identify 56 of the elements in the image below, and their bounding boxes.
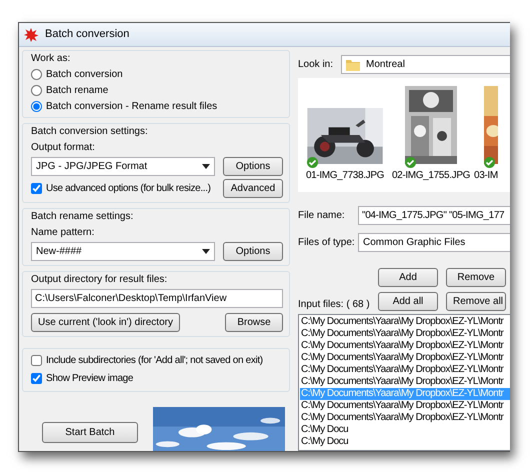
remove-all-button[interactable]: Remove all xyxy=(446,292,506,311)
remove-button[interactable]: Remove xyxy=(446,268,506,287)
file-path-row[interactable]: C:\My Documents\Yaara\My Dropbox\EZ-YL\Montr xyxy=(300,340,510,352)
file-name-label: File name: xyxy=(298,209,346,222)
options-button[interactable]: Options xyxy=(223,242,283,261)
checkbox-label: Show Preview image xyxy=(46,372,134,385)
look-in-dropdown[interactable]: Montreal xyxy=(341,55,510,74)
file-path-row[interactable]: C:\My Docu xyxy=(300,424,510,436)
file-path-row[interactable]: C:\My Documents\Yaara\My Dropbox\EZ-YL\Montr xyxy=(300,328,510,340)
file-name[interactable]: 02-IMG_1755.JPG xyxy=(392,169,470,182)
radio-button[interactable] xyxy=(31,69,42,80)
field-label: Name pattern: xyxy=(31,226,96,239)
file-path-row[interactable]: C:\My Documents\Yaara\My Dropbox\EZ-YL\Montr xyxy=(300,400,510,412)
files-of-type-dropdown[interactable]: Common Graphic Files xyxy=(358,233,510,252)
window-title: Batch conversion xyxy=(45,27,130,42)
checkbox[interactable] xyxy=(31,183,42,194)
output-directory-field[interactable]: C:\Users\Falconer\Desktop\Temp\IrfanView xyxy=(31,289,283,308)
folder-icon xyxy=(346,58,360,71)
file-path-row[interactable]: C:\My Documents\Yaara\My Dropbox\EZ-YL\Montr xyxy=(300,364,510,376)
radio-label: Batch rename xyxy=(46,84,108,97)
output-format-dropdown[interactable]: JPG - JPG/JPEG Format xyxy=(31,157,215,176)
use-current-directory-button[interactable]: Use current ('look in') directory xyxy=(31,313,180,332)
radio-button[interactable] xyxy=(31,101,42,112)
field-label: Output format: xyxy=(31,141,96,154)
file-path-row[interactable]: C:\My Documents\Yaara\My Dropbox\EZ-YL\Montr xyxy=(300,316,510,328)
file-name-field[interactable]: "04-IMG_1775.JPG" "05-IMG_177 xyxy=(358,206,510,225)
options-button[interactable]: Options xyxy=(223,157,283,176)
app-icon xyxy=(23,26,39,42)
checkbox-label: Include subdirectories (for 'Add all'; not saved on exit) xyxy=(46,354,263,367)
add-button[interactable]: Add xyxy=(378,268,438,287)
start-batch-button[interactable]: Start Batch xyxy=(42,422,138,443)
files-of-type-label: Files of type: xyxy=(298,236,354,249)
checkbox[interactable] xyxy=(31,373,42,384)
checkbox[interactable] xyxy=(31,355,42,366)
look-in-label: Look in: xyxy=(298,58,334,71)
file-name[interactable]: 01-IMG_7738.JPG xyxy=(306,169,384,182)
add-all-button[interactable]: Add all xyxy=(378,292,438,311)
file-path-row[interactable]: C:\My Docu xyxy=(300,436,510,448)
advanced-button[interactable]: Advanced xyxy=(223,179,283,198)
file-path-row[interactable]: C:\My Documents\Yaara\My Dropbox\EZ-YL\Montr xyxy=(300,376,510,388)
file-path-row[interactable]: C:\My Documents\Yaara\My Dropbox\EZ-YL\Montr xyxy=(300,412,510,424)
group-title: Work as: xyxy=(31,52,72,65)
radio-button[interactable] xyxy=(31,85,42,96)
dropdown-arrow-icon xyxy=(202,164,210,169)
dropdown-arrow-icon xyxy=(202,249,210,254)
browse-button[interactable]: Browse xyxy=(225,313,283,332)
group-title: Output directory for result files: xyxy=(31,273,168,286)
file-name[interactable]: 03-IM xyxy=(474,169,498,182)
name-pattern-dropdown[interactable]: New-#### xyxy=(31,242,215,261)
file-path-row[interactable]: C:\My Documents\Yaara\My Dropbox\EZ-YL\Montr xyxy=(300,352,510,364)
radio-label: Batch conversion - Rename result files xyxy=(46,100,218,113)
input-files-label: Input files: ( 68 ) xyxy=(298,298,370,311)
group-title: Batch rename settings: xyxy=(31,210,134,223)
group-title: Batch conversion settings: xyxy=(31,125,149,138)
radio-label: Batch conversion xyxy=(46,68,123,81)
checkbox-label: Use advanced options (for bulk resize...) xyxy=(46,182,211,195)
